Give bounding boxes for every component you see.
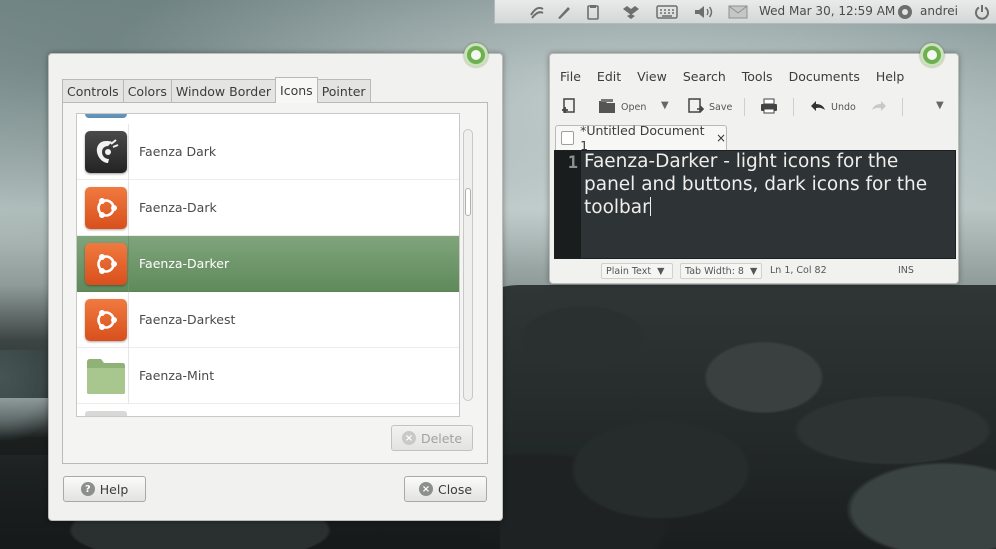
menu-documents[interactable]: Documents	[781, 66, 868, 88]
menu-edit[interactable]: Edit	[589, 66, 629, 88]
print-icon	[760, 97, 778, 118]
power-icon[interactable]	[973, 3, 991, 21]
theme-row-faenza-darker[interactable]: Faenza-Darker	[77, 236, 459, 292]
scrollbar-thumb[interactable]	[465, 188, 471, 216]
line-number-gutter: 1	[555, 151, 581, 258]
mail-icon[interactable]	[728, 3, 748, 21]
print-button[interactable]	[760, 96, 778, 118]
ubuntu-logo-icon	[85, 299, 127, 341]
statusbar: Plain Text ▼ Tab Width: 8 ▼ Ln 1, Col 82 I…	[550, 260, 958, 282]
tab-bar: Controls Colors Window Border Icons Poin…	[62, 77, 371, 103]
user-menu[interactable]: andrei	[920, 4, 958, 18]
ubuntu-logo-icon	[85, 243, 127, 285]
new-button[interactable]	[561, 96, 577, 118]
help-button[interactable]: ? Help	[63, 476, 146, 502]
dropdown-arrow-icon: ▼	[657, 265, 665, 277]
document-tab-checkbox[interactable]	[561, 131, 575, 145]
redo-button[interactable]	[870, 96, 888, 118]
partial-theme-icon	[85, 411, 127, 416]
dropdown-arrow-icon: ▼	[749, 265, 758, 277]
document-tab-title: *Untitled Document 1	[580, 123, 705, 153]
window-menu-icon[interactable]	[464, 43, 488, 67]
cursor-position: Ln 1, Col 82	[770, 265, 827, 276]
tab-controls[interactable]: Controls	[62, 79, 124, 103]
menu-search[interactable]: Search	[675, 66, 734, 88]
save-icon	[687, 97, 705, 118]
icon-theme-list[interactable]: Faenza Dark Faenza-Dark Faenza-Darker Fa…	[76, 113, 460, 417]
network-icon[interactable]	[528, 3, 546, 21]
gedit-window: File Edit View Search Tools Documents He…	[549, 43, 959, 284]
open-button[interactable]: Open	[597, 96, 646, 118]
green-folder-icon	[85, 356, 127, 396]
undo-icon	[809, 98, 827, 117]
text-editor[interactable]: 1 Faenza-Darker - light icons for the pa…	[554, 150, 956, 259]
gimp-dark-icon	[85, 131, 127, 173]
toolbar-separator	[744, 98, 745, 116]
partial-theme-icon	[85, 114, 127, 118]
open-recent-arrow-icon[interactable]: ▼	[661, 100, 669, 111]
toolbar-separator	[793, 98, 794, 116]
toolbar-overflow-icon[interactable]: ▼	[936, 100, 944, 111]
appearance-window: Controls Colors Window Border Icons Poin…	[48, 43, 503, 521]
insert-mode: INS	[898, 265, 914, 276]
theme-row-faenza-mint[interactable]: Faenza-Mint	[77, 348, 459, 404]
theme-name: Faenza-Darkest	[139, 312, 236, 327]
line-number: 1	[567, 153, 578, 173]
top-panel: Wed Mar 30, 12:59 AM andrei	[494, 0, 996, 24]
keyboard-icon[interactable]	[656, 3, 678, 21]
clipboard-icon[interactable]	[584, 3, 602, 21]
ubuntu-logo-icon	[85, 187, 127, 229]
open-folder-icon	[597, 97, 617, 118]
new-document-icon	[561, 97, 577, 118]
tab-icons[interactable]: Icons	[275, 77, 318, 103]
theme-row-faenza-dark-ubuntu[interactable]: Faenza-Dark	[77, 180, 459, 236]
redo-icon	[870, 98, 888, 117]
delete-button[interactable]: × Delete	[391, 425, 473, 451]
undo-button[interactable]: Undo	[809, 96, 856, 118]
delete-icon: ×	[401, 431, 416, 445]
menu-file[interactable]: File	[550, 66, 589, 88]
tab-colors[interactable]: Colors	[122, 79, 172, 103]
tab-pointer[interactable]: Pointer	[316, 79, 371, 103]
menu-help[interactable]: Help	[868, 66, 913, 88]
dropbox-icon[interactable]	[622, 3, 640, 21]
editor-content[interactable]: Faenza-Darker - light icons for the pane…	[584, 150, 952, 219]
close-icon: ×	[418, 482, 433, 496]
menubar: File Edit View Search Tools Documents He…	[550, 66, 912, 88]
help-icon: ?	[80, 482, 95, 496]
theme-name: Faenza-Dark	[139, 200, 217, 215]
close-button[interactable]: × Close	[404, 476, 487, 502]
theme-row-faenza-dark[interactable]: Faenza Dark	[77, 124, 459, 180]
wallpaper-rocks	[480, 285, 996, 549]
volume-icon[interactable]	[693, 3, 715, 21]
theme-row-faenza-darkest[interactable]: Faenza-Darkest	[77, 292, 459, 348]
toolbar: Open ▼ Save Undo ▼	[550, 94, 958, 120]
theme-name: Faenza-Darker	[139, 256, 230, 271]
language-selector[interactable]: Plain Text ▼	[601, 263, 673, 279]
menu-view[interactable]: View	[629, 66, 675, 88]
save-button[interactable]: Save	[687, 96, 732, 118]
theme-name: Faenza Dark	[139, 144, 217, 159]
clock[interactable]: Wed Mar 30, 12:59 AM	[759, 4, 895, 18]
theme-name: Faenza-Mint	[139, 368, 215, 383]
toolbar-separator	[902, 98, 903, 116]
text-cursor	[649, 197, 651, 216]
close-tab-icon[interactable]: ×	[716, 131, 726, 145]
pen-icon[interactable]	[555, 3, 573, 21]
document-tab[interactable]: *Untitled Document 1 ×	[555, 123, 727, 153]
icons-tab-panel: Faenza Dark Faenza-Dark Faenza-Darker Fa…	[62, 102, 488, 464]
chat-icon[interactable]	[896, 3, 914, 21]
theme-list-scrollbar[interactable]	[463, 129, 473, 401]
tab-window-border[interactable]: Window Border	[170, 79, 277, 103]
window-menu-icon[interactable]	[920, 43, 944, 67]
tab-width-selector[interactable]: Tab Width: 8 ▼	[680, 263, 762, 279]
menu-tools[interactable]: Tools	[734, 66, 781, 88]
